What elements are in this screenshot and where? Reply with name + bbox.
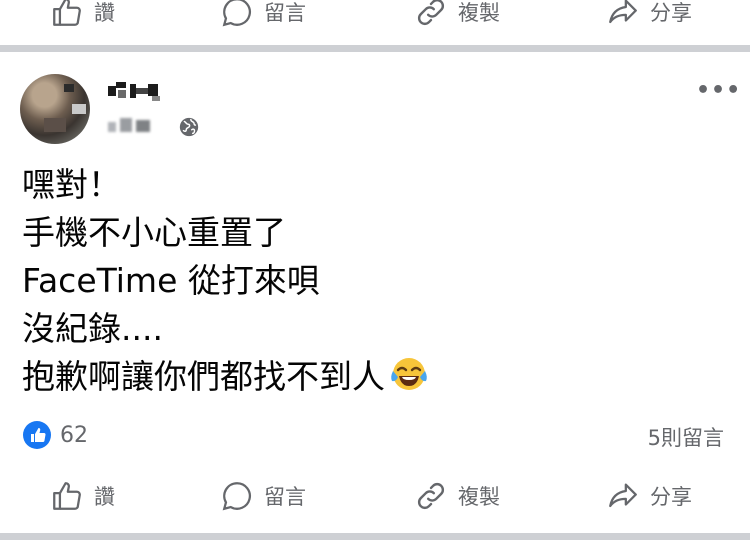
comment-button-top[interactable]: 留言: [220, 0, 306, 29]
reaction-summary[interactable]: 62: [22, 420, 88, 450]
copy-label: 複製: [458, 1, 500, 25]
post-line-4: 沒紀錄....: [22, 309, 163, 348]
like-count: 62: [60, 422, 88, 448]
comment-label: 留言: [264, 1, 306, 25]
share-label: 分享: [650, 485, 692, 509]
copy-button-top[interactable]: 複製: [414, 0, 500, 29]
tears-of-joy-emoji-icon: [391, 358, 427, 390]
share-button[interactable]: 分享: [606, 479, 692, 513]
like-label: 讚: [94, 1, 115, 25]
like-reaction-icon: [23, 421, 51, 449]
share-arrow-icon: [609, 483, 637, 508]
more-options-button[interactable]: •••: [696, 78, 741, 103]
like-button[interactable]: 讚: [50, 479, 115, 513]
top-action-bar: 讚 留言 複製 分享: [0, 0, 750, 34]
comment-button[interactable]: 留言: [220, 479, 306, 513]
share-button-top[interactable]: 分享: [606, 0, 692, 29]
timestamp-redacted[interactable]: [108, 118, 168, 136]
comments-count-link[interactable]: 5則留言: [648, 422, 724, 452]
post-line-1: 嘿對！: [22, 165, 121, 204]
feed-divider: [0, 45, 750, 52]
share-arrow-icon: [609, 0, 637, 24]
post-text: 嘿對！ 手機不小心重置了 FaceTime 從打來唄 沒紀錄.... 抱歉啊讓你…: [22, 161, 722, 401]
thumbs-up-icon: [53, 482, 81, 510]
copy-label: 複製: [458, 485, 500, 509]
link-icon: [417, 482, 445, 510]
post-line-5-text: 抱歉啊讓你們都找不到人: [22, 357, 385, 396]
copy-button[interactable]: 複製: [414, 479, 500, 513]
comment-label: 留言: [264, 485, 306, 509]
post-line-2: 手機不小心重置了: [22, 213, 286, 252]
post-meta: [108, 116, 200, 138]
globe-icon: [179, 117, 199, 137]
like-label: 讚: [94, 485, 115, 509]
bottom-action-bar: 讚 留言 複製 分享: [0, 474, 750, 518]
like-button-top[interactable]: 讚: [50, 0, 115, 29]
link-icon: [417, 0, 445, 26]
speech-bubble-icon: [222, 482, 252, 511]
author-name-redacted[interactable]: [108, 82, 164, 102]
avatar[interactable]: [20, 74, 90, 144]
speech-bubble-icon: [222, 0, 252, 27]
thumbs-up-icon: [53, 0, 81, 26]
feed-divider-bottom: [0, 533, 750, 540]
share-label: 分享: [650, 1, 692, 25]
post-line-3: FaceTime 從打來唄: [22, 261, 320, 300]
post-line-5: 抱歉啊讓你們都找不到人: [22, 353, 722, 401]
